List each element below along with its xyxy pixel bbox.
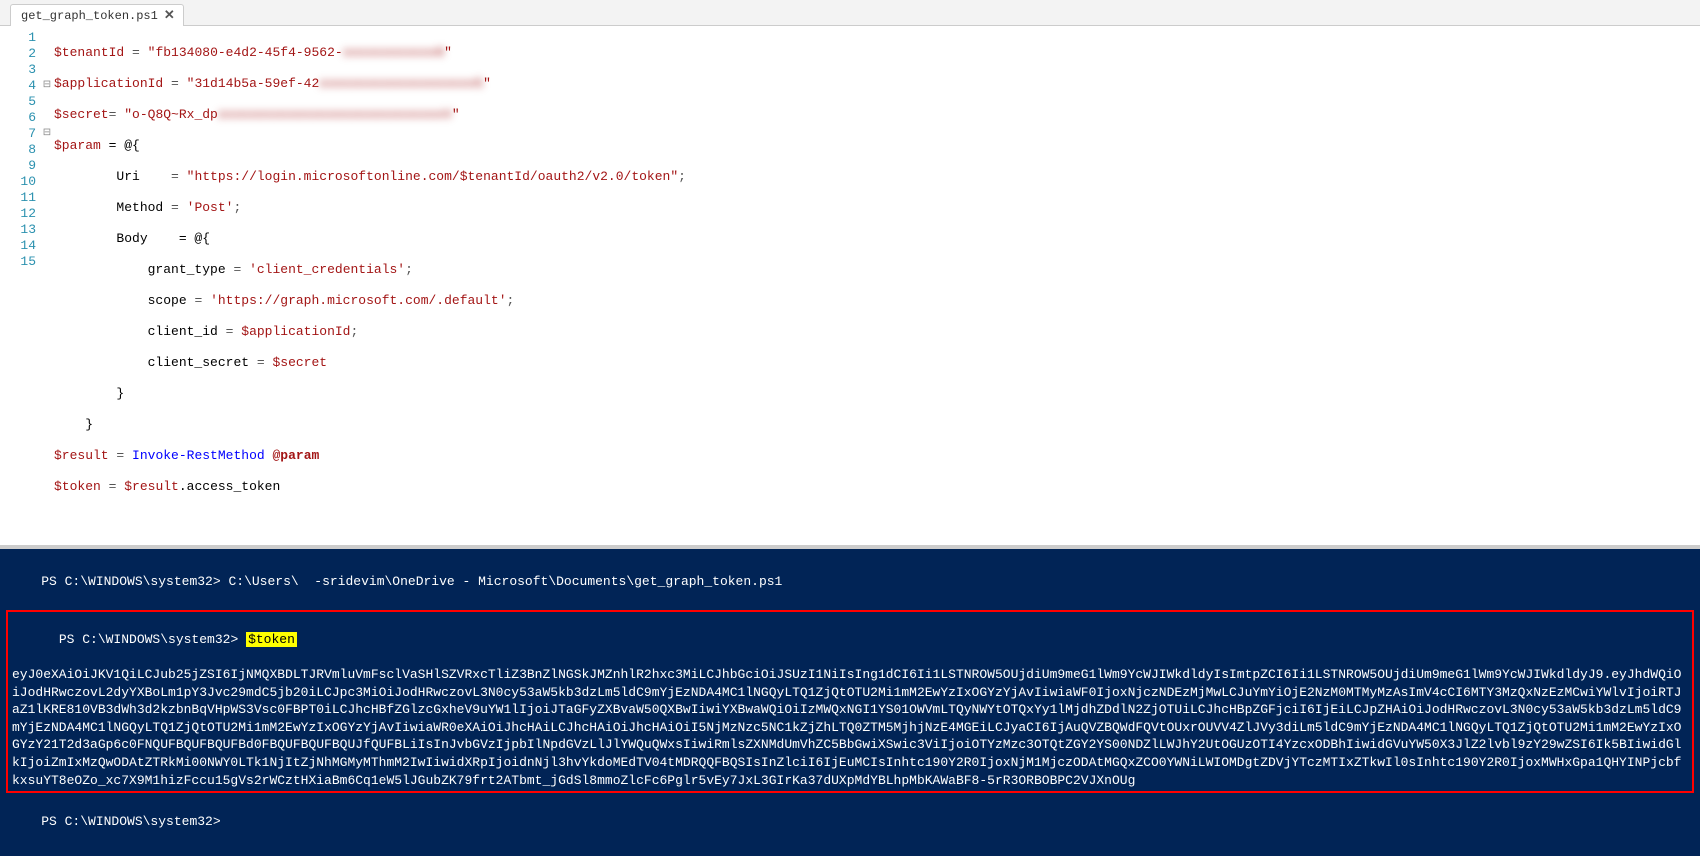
code-line: $result = Invoke-RestMethod @param [54,448,1700,464]
code-line: grant_type = 'client_credentials'; [54,262,1700,278]
file-tab[interactable]: get_graph_token.ps1 ✕ [10,4,184,26]
tab-title: get_graph_token.ps1 [21,9,158,23]
code-line: $param = @{ [54,138,1700,154]
close-icon[interactable]: ✕ [164,8,175,23]
code-line: Method = 'Post'; [54,200,1700,216]
ps-prompt: PS C:\WINDOWS\system32> [41,574,220,589]
terminal-cmd: C:\Users\ -sridevim\OneDrive - Microsoft… [228,574,782,589]
code-line: $applicationId = "31d14b5a-59ef-42xxxxxx… [54,76,1700,92]
code-line: Uri = "https://login.microsoftonline.com… [54,169,1700,185]
line-gutter: 1 2 3 4 5 6 7 8 9 10 11 12 13 14 15 [0,30,40,525]
highlight-box: PS C:\WINDOWS\system32> $token eyJ0eXAiO… [6,610,1694,793]
code-line: client_secret = $secret [54,355,1700,371]
code-line: Body = @{ [54,231,1700,247]
terminal-output: eyJ0eXAiOiJKV1QiLCJub25jZSI6IjNMQXBDLTJR… [12,666,1688,789]
code-line: scope = 'https://graph.microsoft.com/.de… [54,293,1700,309]
terminal-line: PS C:\WINDOWS\system32> $token [12,614,1688,667]
code-line: } [54,386,1700,402]
code-line: $token = $result.access_token [54,479,1700,495]
terminal-line: PS C:\WINDOWS\system32> [10,795,1690,848]
ps-prompt: PS C:\WINDOWS\system32> [59,632,238,647]
code-line: $tenantId = "fb134080-e4d2-45f4-9562-xxx… [54,45,1700,61]
terminal-line: PS C:\WINDOWS\system32> C:\Users\ -sride… [10,555,1690,608]
code-body[interactable]: $tenantId = "fb134080-e4d2-45f4-9562-xxx… [54,30,1700,525]
fold-column: ⊟ ⊟ [40,30,54,525]
code-line: $secret= "o-Q8Q~Rx_dpxxxxxxxxxxxxxxxxxxx… [54,107,1700,123]
editor-pane: get_graph_token.ps1 ✕ 1 2 3 4 5 6 7 8 9 … [0,0,1700,549]
code-line: } [54,417,1700,433]
terminal-cmd-token: $token [246,632,297,647]
ps-prompt: PS C:\WINDOWS\system32> [41,814,220,829]
terminal-pane[interactable]: PS C:\WINDOWS\system32> C:\Users\ -sride… [0,549,1700,856]
code-area[interactable]: 1 2 3 4 5 6 7 8 9 10 11 12 13 14 15 ⊟ ⊟ [0,26,1700,545]
tabbar: get_graph_token.ps1 ✕ [0,0,1700,26]
code-line: client_id = $applicationId; [54,324,1700,340]
